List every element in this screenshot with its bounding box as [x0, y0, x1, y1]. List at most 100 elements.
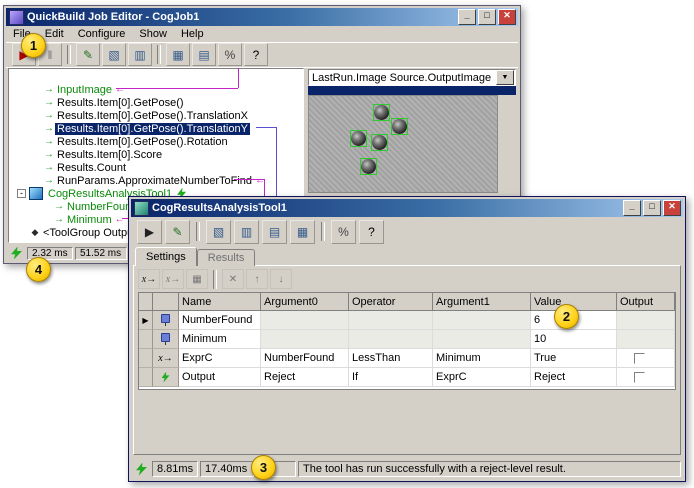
tool-tabs: Settings Results	[135, 247, 255, 266]
collapse-icon[interactable]: -	[17, 189, 26, 198]
minimize-button[interactable]: _	[458, 9, 476, 25]
input-link-arrow-icon: ←	[254, 175, 266, 186]
cell-value[interactable]: 10	[531, 330, 617, 349]
blob	[374, 105, 389, 120]
tree-item-inputimage[interactable]: → InputImage ←	[9, 83, 303, 96]
tool-statusbar: 8.81ms 17.40ms The tool has run successf…	[131, 459, 683, 479]
move-down-icon[interactable]: ↓	[270, 269, 292, 289]
pin-icon	[160, 333, 171, 345]
output-arrow-icon: →	[53, 214, 65, 225]
close-button[interactable]: ✕	[663, 200, 681, 216]
edit-button[interactable]: ✎	[76, 43, 100, 66]
save-button[interactable]: ▥	[128, 43, 152, 66]
quickbuild-titlebar[interactable]: QuickBuild Job Editor - CogJob1 _ □ ✕	[6, 8, 518, 26]
zoom-percent-button[interactable]: %	[218, 43, 242, 66]
cell-operator[interactable]: LessThan	[349, 349, 433, 368]
cogresults-titlebar[interactable]: CogResultsAnalysisTool1 _ □ ✕	[131, 199, 683, 217]
cogresults-window: CogResultsAnalysisTool1 _ □ ✕ ▶ ✎ ▧ ▥ ▤ …	[128, 196, 686, 482]
save-button[interactable]: ▥	[234, 220, 259, 244]
table-row-selector[interactable]: ▶	[139, 311, 153, 330]
tab-settings[interactable]: Settings	[135, 247, 197, 266]
grid-view-button[interactable]: ▦	[166, 43, 190, 66]
col-argument0[interactable]: Argument0	[261, 293, 349, 311]
expressions-table: Name Argument0 Operator Argument1 Value …	[139, 293, 675, 387]
maximize-button[interactable]: □	[643, 200, 661, 216]
delete-row-icon[interactable]: ✕	[222, 269, 244, 289]
copy-results-button[interactable]: ▤	[262, 220, 287, 244]
grid-button[interactable]: ▦	[290, 220, 315, 244]
col-name[interactable]: Name	[179, 293, 261, 311]
tree-item-score[interactable]: → Results.Item[0].Score	[9, 148, 303, 161]
edit-expression-icon[interactable]: x→	[162, 269, 184, 289]
grid-options-icon[interactable]: ▦	[186, 269, 208, 289]
add-expression-icon[interactable]: x→	[138, 269, 160, 289]
move-up-icon[interactable]: ↑	[246, 269, 268, 289]
toolbar-separator	[213, 270, 217, 289]
tree-item-count[interactable]: → Results.Count	[9, 161, 303, 174]
cell-argument1[interactable]: Minimum	[433, 349, 531, 368]
callout-1: 1	[21, 33, 46, 58]
menu-configure[interactable]: Configure	[71, 26, 133, 42]
cell-argument1	[433, 330, 531, 349]
cell-argument0[interactable]: NumberFound	[261, 349, 349, 368]
chevron-down-icon: ▼	[502, 74, 509, 81]
run-tool-button[interactable]: ▶	[137, 220, 162, 244]
cell-name[interactable]: Output	[179, 368, 261, 387]
blob	[372, 135, 387, 150]
col-operator[interactable]: Operator	[349, 293, 433, 311]
table-row-selector[interactable]	[139, 368, 153, 387]
electric-run-button[interactable]: ✎	[165, 220, 190, 244]
output-arrow-icon: →	[43, 123, 55, 134]
quickbuild-app-icon	[9, 10, 24, 25]
tree-item-translationy[interactable]: → Results.Item[0].GetPose().TranslationY	[9, 122, 303, 135]
combo-selected-value: LastRun.Image Source.OutputImage	[309, 72, 496, 84]
maximize-button[interactable]: □	[478, 9, 496, 25]
col-output[interactable]: Output	[617, 293, 675, 311]
open-button[interactable]: ▧	[102, 43, 126, 66]
desktop: QuickBuild Job Editor - CogJob1 _ □ ✕ Fi…	[0, 0, 694, 488]
tree-item-getpose[interactable]: → Results.Item[0].GetPose()	[9, 96, 303, 109]
close-button[interactable]: ✕	[498, 9, 516, 25]
open-button[interactable]: ▧	[206, 220, 231, 244]
menu-show[interactable]: Show	[132, 26, 174, 42]
tab-results[interactable]: Results	[197, 249, 256, 266]
help-button[interactable]: ?	[359, 220, 384, 244]
output-checkbox[interactable]	[634, 353, 645, 364]
row-icon-cell	[153, 368, 179, 387]
menu-help[interactable]: Help	[174, 26, 211, 42]
tree-item-translationx[interactable]: → Results.Item[0].GetPose().TranslationX	[9, 109, 303, 122]
tree-item-rotation[interactable]: → Results.Item[0].GetPose().Rotation	[9, 135, 303, 148]
table-row-selector[interactable]	[139, 330, 153, 349]
image-source-combo[interactable]: LastRun.Image Source.OutputImage ▼	[308, 69, 516, 86]
cell-value[interactable]: True	[531, 349, 617, 368]
cell-value[interactable]: Reject	[531, 368, 617, 387]
run-status-bolt-icon	[136, 463, 147, 476]
col-row-selector	[139, 293, 153, 311]
row-icon-cell: x→	[153, 349, 179, 368]
cell-name[interactable]: NumberFound	[179, 311, 261, 330]
found-blob-marker	[391, 118, 408, 135]
cogresults-app-icon	[134, 201, 149, 216]
cell-operator	[349, 311, 433, 330]
cell-argument0[interactable]: Reject	[261, 368, 349, 387]
main-toolbar: ▶ ‖ ✎ ▧ ▥ ▦ ▤ % ?	[6, 42, 518, 68]
expressions-table-wrap: Name Argument0 Operator Argument1 Value …	[138, 292, 676, 390]
document-view-button[interactable]: ▤	[192, 43, 216, 66]
table-row-selector[interactable]	[139, 349, 153, 368]
tree-item-runparams[interactable]: → RunParams.ApproximateNumberToFind ←	[9, 174, 303, 187]
minimize-button[interactable]: _	[623, 200, 641, 216]
cell-name[interactable]: Minimum	[179, 330, 261, 349]
combo-dropdown-button[interactable]: ▼	[496, 70, 514, 85]
toolbar-separator	[321, 222, 325, 241]
cell-name[interactable]: ExprC	[179, 349, 261, 368]
input-link-arrow-icon: ←	[114, 214, 126, 225]
cell-output	[617, 330, 675, 349]
zoom-percent-button[interactable]: %	[331, 220, 356, 244]
cell-operator[interactable]: If	[349, 368, 433, 387]
cell-argument1[interactable]: ExprC	[433, 368, 531, 387]
col-argument1[interactable]: Argument1	[433, 293, 531, 311]
help-button[interactable]: ?	[244, 43, 268, 66]
cell-argument0	[261, 330, 349, 349]
toolbar-separator	[67, 45, 71, 64]
output-checkbox[interactable]	[634, 372, 645, 383]
